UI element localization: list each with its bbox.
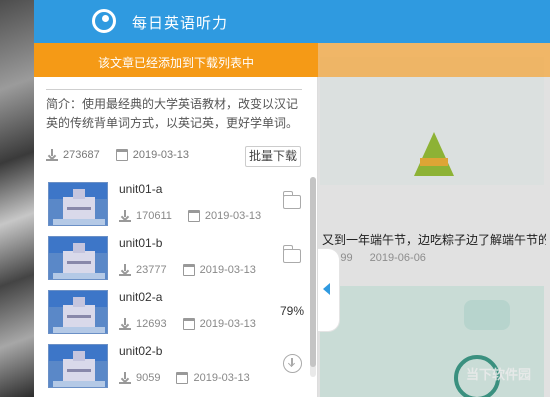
divider	[46, 89, 302, 90]
download-progress: 79%	[280, 304, 305, 318]
track-thumbnail	[48, 344, 108, 388]
calendar-icon	[182, 264, 195, 276]
track-title[interactable]: unit01-b	[119, 236, 162, 250]
download-count-icon	[119, 372, 131, 384]
track-thumbnail	[48, 182, 108, 226]
title-bar: 每日英语听力	[34, 0, 550, 43]
track-date: 2019-03-13	[199, 318, 256, 330]
collapse-panel-button[interactable]	[318, 248, 340, 332]
track-meta: 170611 2019-03-13	[119, 210, 261, 222]
track-meta: 23777 2019-03-13	[119, 264, 256, 276]
folder-icon[interactable]	[282, 245, 301, 263]
desktop-background	[0, 0, 34, 397]
toast-backdrop	[318, 43, 550, 77]
track-meta: 12693 2019-03-13	[119, 318, 256, 330]
track-title[interactable]: unit02-b	[119, 344, 162, 358]
track-item[interactable]: unit01-b 23777 2019-03-13	[34, 231, 310, 285]
batch-download-button[interactable]: 批量下载	[245, 146, 301, 167]
download-count-icon	[119, 264, 131, 276]
toast-banner: 该文章已经添加到下载列表中	[34, 43, 318, 77]
calendar-icon	[176, 372, 189, 384]
track-item[interactable]: unit02-a 12693 2019-03-13 79%	[34, 285, 310, 339]
album-panel: 简介：使用最经典的大学英语教材，改变以汉记英的传统背单词方式，以英记英，更好学单…	[34, 77, 318, 397]
track-download-count: 12693	[136, 318, 167, 330]
calendar-icon	[115, 149, 128, 161]
track-download-count: 9059	[136, 372, 161, 384]
track-title[interactable]: unit02-a	[119, 290, 162, 304]
track-thumbnail	[48, 236, 108, 280]
download-icon[interactable]	[283, 354, 302, 373]
album-stats: 273687 2019-03-13	[46, 149, 189, 161]
track-item[interactable]: unit01-a 170611 2019-03-13	[34, 177, 310, 231]
scrollbar-thumb[interactable]	[310, 177, 316, 367]
download-count-icon	[46, 149, 58, 161]
track-thumbnail	[48, 290, 108, 334]
track-date: 2019-03-13	[204, 210, 262, 222]
app-logo-icon	[92, 9, 116, 33]
download-count-icon	[119, 318, 131, 330]
track-download-count: 170611	[136, 210, 172, 222]
album-date: 2019-03-13	[132, 149, 189, 161]
album-download-count: 273687	[63, 149, 100, 161]
app-window: 每日英语听力 又到一年端午节，边吃粽子边了解端午节的 88199 2019-06…	[34, 0, 550, 397]
toast-message: 该文章已经添加到下载列表中	[97, 56, 254, 70]
track-download-count: 23777	[136, 264, 167, 276]
track-meta: 9059 2019-03-13	[119, 372, 250, 384]
app-title: 每日英语听力	[132, 15, 229, 32]
track-list: unit01-a 170611 2019-03-13 unit01-b 2377…	[34, 177, 310, 397]
calendar-icon	[187, 210, 200, 222]
track-date: 2019-03-13	[193, 372, 250, 384]
chevron-left-icon	[323, 283, 330, 295]
track-item[interactable]: unit02-b 9059 2019-03-13	[34, 339, 310, 393]
album-intro: 简介：使用最经典的大学英语教材，改变以汉记英的传统背单词方式，以英记英，更好学单…	[46, 97, 299, 130]
download-count-icon	[119, 210, 131, 222]
scrollbar[interactable]	[310, 177, 316, 377]
track-title[interactable]: unit01-a	[119, 182, 162, 196]
calendar-icon	[182, 318, 195, 330]
track-date: 2019-03-13	[199, 264, 256, 276]
folder-icon[interactable]	[282, 191, 301, 209]
